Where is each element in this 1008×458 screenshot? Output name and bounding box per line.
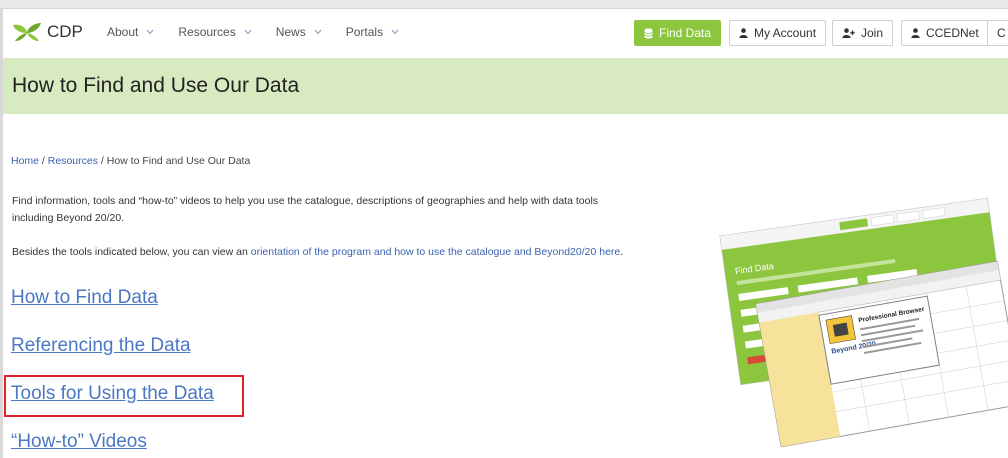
- browser-frame-top: [0, 0, 1008, 9]
- nav-about-label: About: [107, 25, 139, 39]
- nav-portals[interactable]: Portals: [346, 25, 399, 39]
- find-data-button[interactable]: Find Data: [634, 20, 722, 46]
- screenshot-collage: Find Data Beyond 20/20 Professional Brow…: [719, 197, 1008, 448]
- breadcrumb-separator: /: [97, 155, 107, 167]
- page-title: How to Find and Use Our Data: [12, 74, 300, 97]
- section-link-how-to-videos[interactable]: “How-to” Videos: [11, 431, 147, 453]
- nav-portals-label: Portals: [345, 25, 384, 39]
- highlight-box: [4, 375, 244, 417]
- intro-line-1: Find information, tools and “how-to” vid…: [12, 195, 599, 207]
- cdp-leaf-logo-icon: [13, 23, 41, 41]
- user-icon: [911, 28, 920, 38]
- user-icon: [739, 28, 748, 38]
- nav-news[interactable]: News: [276, 25, 322, 39]
- chevron-down-icon: [244, 29, 252, 35]
- besides-prefix: Besides the tools indicated below, you c…: [12, 246, 251, 258]
- brand-name: CDP: [47, 22, 83, 41]
- database-icon: [644, 27, 653, 39]
- besides-paragraph: Besides the tools indicated below, you c…: [12, 244, 623, 261]
- breadcrumb-current: How to Find and Use Our Data: [106, 155, 251, 167]
- nav-about[interactable]: About: [107, 25, 154, 39]
- breadcrumb-separator: /: [39, 155, 48, 167]
- site-header: CDP About Resources News Portals Find Da…: [3, 9, 1008, 55]
- nav-resources[interactable]: Resources: [178, 25, 252, 39]
- breadcrumb-home[interactable]: Home: [11, 155, 39, 167]
- join-button[interactable]: Join: [832, 20, 894, 46]
- ccednet-button[interactable]: CCEDNet: [901, 20, 989, 46]
- cut-off-button[interactable]: C: [987, 20, 1008, 46]
- orientation-link[interactable]: orientation of the program and how to us…: [251, 246, 621, 258]
- chevron-down-icon: [146, 29, 154, 35]
- cut-off-label: C: [997, 26, 1006, 40]
- my-account-button[interactable]: My Account: [729, 20, 827, 46]
- section-link-referencing-data[interactable]: Referencing the Data: [11, 335, 191, 357]
- breadcrumb-resources[interactable]: Resources: [48, 155, 98, 167]
- nav-resources-label: Resources: [178, 25, 236, 39]
- chevron-down-icon: [314, 29, 322, 35]
- section-link-find-data[interactable]: How to Find Data: [11, 287, 158, 309]
- intro-paragraph: Find information, tools and “how-to” vid…: [12, 193, 598, 227]
- breadcrumb: Home / Resources / How to Find and Use O…: [11, 155, 250, 167]
- cdp-logo[interactable]: CDP: [11, 21, 83, 43]
- find-data-label: Find Data: [659, 26, 712, 40]
- page-title-banner: How to Find and Use Our Data: [3, 58, 1008, 114]
- intro-line-2: including Beyond 20/20.: [12, 212, 125, 224]
- main-nav: About Resources News Portals: [107, 25, 423, 39]
- user-plus-icon: [842, 28, 855, 38]
- my-account-label: My Account: [754, 26, 817, 40]
- besides-suffix: .: [620, 246, 624, 258]
- ccednet-label: CCEDNet: [926, 26, 979, 40]
- nav-news-label: News: [275, 25, 306, 39]
- join-label: Join: [861, 26, 884, 40]
- chevron-down-icon: [391, 29, 399, 35]
